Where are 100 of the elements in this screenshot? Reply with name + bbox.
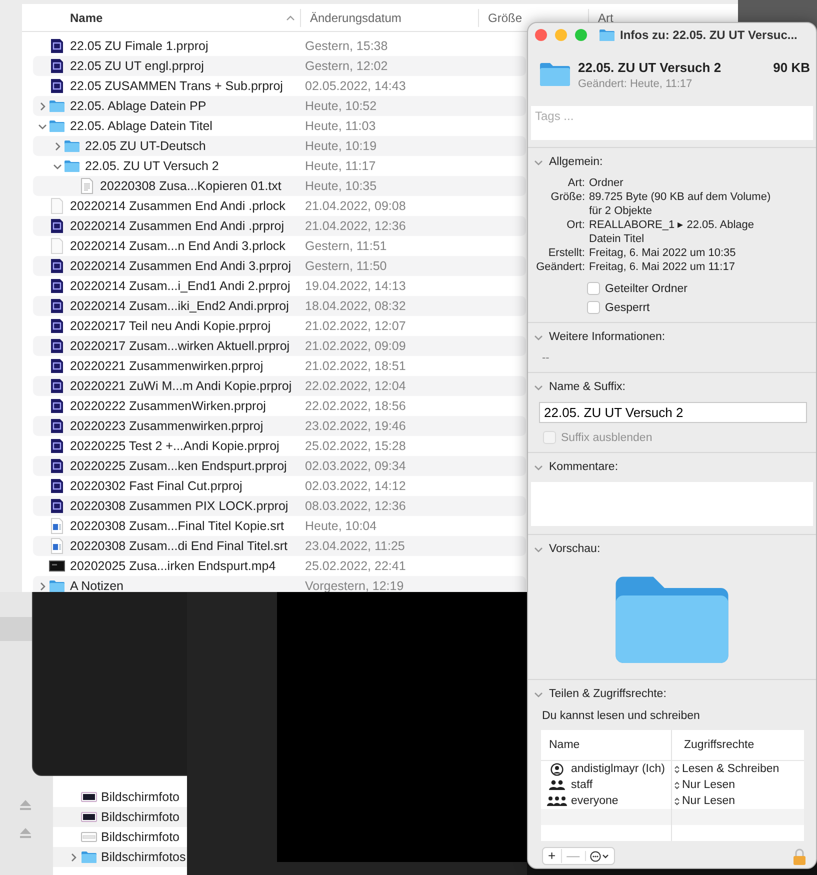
chevron-icon[interactable] bbox=[534, 158, 543, 166]
chevron-icon[interactable] bbox=[534, 544, 543, 554]
file-name: 20220214 Zusam...iki_End2 Andi.prproj bbox=[70, 299, 289, 313]
section-title[interactable]: Allgemein: bbox=[549, 156, 603, 168]
file-row[interactable]: 20220221 ZuWi M...m Andi Kopie.prproj 22.02.2022, 12:04 bbox=[33, 376, 526, 396]
chevron-icon[interactable] bbox=[52, 162, 62, 170]
chevron-icon[interactable] bbox=[534, 382, 543, 392]
column-header[interactable]: Name bbox=[549, 739, 580, 751]
add-button[interactable]: + bbox=[543, 849, 561, 863]
file-name: 20220308 Zusammen PIX LOCK.prproj bbox=[70, 499, 288, 513]
project-file-icon bbox=[49, 218, 65, 234]
minimize-button[interactable] bbox=[555, 29, 567, 41]
info-value: Ordner bbox=[589, 176, 624, 190]
checkbox[interactable] bbox=[587, 282, 600, 295]
file-date: 25.02.2022, 15:28 bbox=[305, 439, 407, 453]
file-name: 22.05. Ablage Datein PP bbox=[70, 99, 206, 113]
column-header[interactable]: Zugriffsrechte bbox=[684, 739, 754, 751]
section-title[interactable]: Vorschau: bbox=[549, 543, 600, 555]
file-row[interactable]: 22.05 ZU UT-Deutsch Heute, 10:19 bbox=[33, 136, 526, 156]
image-file-icon bbox=[81, 791, 97, 803]
file-row[interactable]: 20220308 Zusa...Kopieren 01.txt Heute, 10:35 bbox=[33, 176, 526, 196]
info-value: Freitag, 6. Mai 2022 um 10:35 bbox=[589, 246, 737, 260]
file-date: 23.02.2022, 19:46 bbox=[305, 419, 407, 433]
close-button[interactable] bbox=[535, 29, 547, 41]
people-icon bbox=[547, 796, 567, 806]
file-row[interactable]: 20220225 Zusam...ken Endspurt.prproj 02.03.2022, 09:34 bbox=[33, 456, 526, 476]
folder-icon bbox=[49, 99, 65, 113]
section-title[interactable]: Teilen & Zugriffsrechte: bbox=[549, 688, 666, 700]
blank-file-icon bbox=[49, 198, 65, 214]
file-name: 20220222 ZusammenWirken.prproj bbox=[70, 399, 266, 413]
column-header[interactable]: Name bbox=[70, 10, 103, 24]
checkbox[interactable] bbox=[587, 301, 600, 314]
file-row[interactable]: 20220308 Zusam...di End Final Titel.srt 23.04.2022, 11:25 bbox=[33, 536, 526, 556]
stepper-icon[interactable] bbox=[674, 780, 680, 790]
file-date: Gestern, 15:38 bbox=[305, 39, 389, 53]
info-label: Erstellt: bbox=[547, 246, 585, 260]
file-row[interactable]: 20220214 Zusammen End Andi .prproj 21.04.2022, 12:36 bbox=[33, 216, 526, 236]
column-header[interactable]: Art bbox=[598, 10, 614, 24]
project-file-icon bbox=[49, 458, 65, 474]
file-name: 20220308 Zusa...Kopieren 01.txt bbox=[100, 179, 282, 193]
column-header[interactable]: Änderungsdatum bbox=[310, 10, 402, 24]
file-row[interactable]: 20220223 Zusammenwirken.prproj 23.02.2022, 19:46 bbox=[33, 416, 526, 436]
file-row[interactable]: 22.05 ZU UT engl.prproj Gestern, 12:02 bbox=[33, 56, 526, 76]
access-popup[interactable]: Nur Lesen bbox=[682, 779, 736, 791]
access-popup[interactable]: Lesen & Schreiben bbox=[682, 763, 780, 775]
file-row[interactable]: Bildschirmfotos bbox=[53, 847, 187, 867]
lock-icon[interactable] bbox=[793, 848, 806, 865]
file-name: Bildschirmfoto bbox=[101, 830, 180, 844]
info-value: Freitag, 6. Mai 2022 um 11:17 bbox=[589, 260, 736, 274]
file-row[interactable]: Bildschirmfoto bbox=[53, 807, 187, 827]
tags-field[interactable]: Tags ... bbox=[531, 106, 813, 140]
file-name: Bildschirmfotos bbox=[101, 850, 186, 864]
file-date: Heute, 10:19 bbox=[305, 139, 378, 153]
document-icon bbox=[49, 538, 65, 554]
section-title[interactable]: Kommentare: bbox=[549, 461, 618, 473]
folder-icon bbox=[539, 60, 571, 88]
file-name: 20220221 ZuWi M...m Andi Kopie.prproj bbox=[70, 379, 292, 393]
section-title[interactable]: Weitere Informationen: bbox=[549, 331, 666, 343]
text-file-icon bbox=[79, 178, 95, 194]
file-name: Bildschirmfoto bbox=[101, 810, 180, 824]
chevron-icon[interactable] bbox=[534, 462, 543, 472]
info-value: 89.725 Byte (90 KB auf dem Volume) für 2 Objekte bbox=[589, 190, 772, 218]
chevron-icon[interactable] bbox=[52, 142, 62, 150]
eject-icon[interactable] bbox=[20, 800, 31, 810]
info-label: Geändert: bbox=[535, 260, 585, 274]
file-row[interactable]: 20220214 Zusam...iki_End2 Andi.prproj 18.04.2022, 08:32 bbox=[33, 296, 526, 316]
project-file-icon bbox=[49, 418, 65, 434]
project-file-icon bbox=[49, 398, 65, 414]
chevron-icon[interactable] bbox=[38, 122, 46, 130]
chevron-icon[interactable] bbox=[38, 582, 46, 590]
section-title[interactable]: Name & Suffix: bbox=[549, 381, 626, 393]
zoom-button[interactable] bbox=[575, 29, 587, 41]
project-file-icon bbox=[49, 298, 65, 314]
file-row[interactable]: 20220308 Zusammen PIX LOCK.prproj 08.03.2022, 12:36 bbox=[33, 496, 526, 516]
chevron-icon[interactable] bbox=[69, 852, 78, 862]
chevron-icon[interactable] bbox=[534, 690, 543, 698]
file-date: 21.02.2022, 12:07 bbox=[305, 319, 407, 333]
stepper-icon[interactable] bbox=[674, 764, 680, 774]
file-date: 21.02.2022, 18:51 bbox=[305, 359, 407, 373]
file-name: 20220217 Zusam...wirken Aktuell.prproj bbox=[70, 339, 290, 353]
name-field[interactable]: 22.05. ZU UT Versuch 2 bbox=[539, 402, 807, 423]
project-file-icon bbox=[49, 318, 65, 334]
sort-icon[interactable] bbox=[286, 14, 295, 20]
chevron-icon[interactable] bbox=[534, 332, 543, 342]
project-file-icon bbox=[49, 78, 65, 94]
file-row[interactable]: 20220214 Zusammen End Andi 3.prproj Gestern, 11:50 bbox=[33, 256, 526, 276]
modified-date: Geändert: Heute, 11:17 bbox=[578, 78, 694, 90]
file-name: 20220223 Zusammenwirken.prproj bbox=[70, 419, 264, 433]
stepper-icon[interactable] bbox=[674, 796, 680, 806]
column-header[interactable]: Größe bbox=[488, 10, 522, 24]
file-date: 21.04.2022, 09:08 bbox=[305, 199, 407, 213]
eject-icon[interactable] bbox=[20, 828, 31, 838]
file-name: 20220308 Zusam...di End Final Titel.srt bbox=[70, 539, 288, 553]
blank-file-icon bbox=[49, 238, 65, 254]
chevron-icon[interactable] bbox=[38, 102, 46, 110]
access-popup[interactable]: Nur Lesen bbox=[682, 795, 736, 807]
file-name: 22.05 ZU UT-Deutsch bbox=[85, 139, 206, 153]
file-row[interactable]: 22.05. Ablage Datein PP Heute, 10:52 bbox=[33, 96, 526, 116]
file-row[interactable]: 20220217 Zusam...wirken Aktuell.prproj 21.02.2022, 09:09 bbox=[33, 336, 526, 356]
folder-icon bbox=[64, 159, 80, 173]
